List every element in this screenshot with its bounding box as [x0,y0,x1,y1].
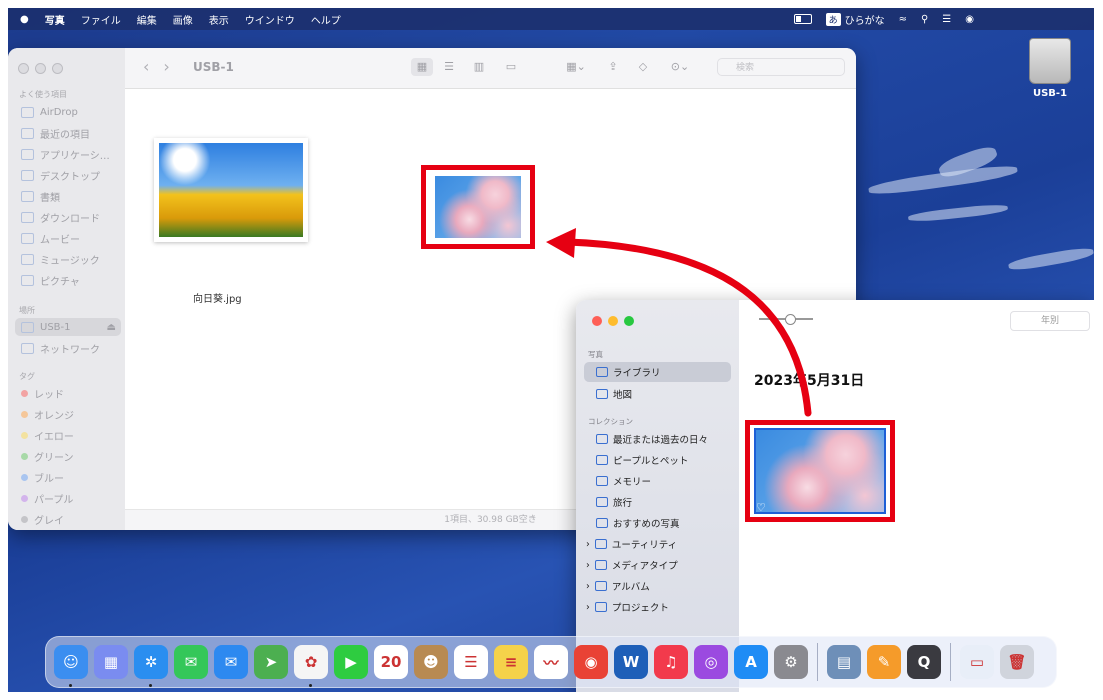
app-glyph: ◉ [584,653,598,671]
finder-app-icon[interactable]: ☺ [54,645,88,687]
running-indicator [69,684,72,687]
pages-app-icon[interactable]: ✎ [867,645,901,679]
dock-separator [950,643,951,681]
app-glyph: ▤ [836,653,852,671]
app-glyph: ◎ [704,653,718,671]
app-glyph: ✉ [184,653,198,671]
dock-separator [817,643,818,681]
dock: ☺ ▦ ✲ ✉ ✉ ➤ ✿ ▶ 20 ☻ ☰ ≡ 〰 ◉ W ♫ ◎ A ⚙ ▤ ✎ Q ▭ 🗑 [45,636,1057,688]
contacts-app-icon[interactable]: ☻ [414,645,448,679]
quicktime-app-icon[interactable]: Q [907,645,941,679]
app-glyph: ≡ [504,653,518,671]
app-glyph: ✿ [304,653,318,671]
safari-app-icon[interactable]: ✲ [134,645,168,687]
app-glyph: ▶ [345,653,357,671]
messages-app-icon[interactable]: ✉ [174,645,208,679]
app-glyph: 20 [380,653,402,671]
appstore-app-icon[interactable]: A [734,645,768,679]
music-app-icon[interactable]: ♫ [654,645,688,679]
word-app-icon[interactable]: W [614,645,648,679]
reminders-app-icon[interactable]: ☰ [454,645,488,679]
app-glyph: ☺ [63,653,79,671]
desktop: ● 写真 ファイル 編集 画像 表示 ウインドウ ヘルプ あ ひらがな ≈ ⚲ … [8,8,1094,692]
calendar-app-icon[interactable]: 20 [374,645,408,679]
app-glyph: Q [917,653,931,671]
app-glyph: ☻ [423,653,439,671]
arrow-head-icon [546,228,576,258]
notes-app-icon[interactable]: ≡ [494,645,528,679]
app-glyph: 🗑 [1007,653,1027,671]
app-glyph: ➤ [264,653,278,671]
mail-app-icon[interactable]: ✉ [214,645,248,679]
app-glyph: 〰 [543,653,559,672]
app-glyph: ✲ [144,653,158,671]
app-glyph: ▦ [103,653,119,671]
app-glyph: ♫ [664,653,678,671]
launchpad-app-icon[interactable]: ▦ [94,645,128,679]
app-glyph: A [745,653,757,671]
downloads-stack-icon[interactable]: ▭ [960,645,994,679]
running-indicator [149,684,152,687]
app-glyph: ☰ [464,653,478,671]
app-glyph: ⚙ [784,653,798,671]
app-glyph: ▭ [969,653,985,671]
chrome-app-icon[interactable]: ◉ [574,645,608,679]
maps-app-icon[interactable]: ➤ [254,645,288,679]
preview-app-icon[interactable]: ▤ [827,645,861,679]
podcasts-app-icon[interactable]: ◎ [694,645,728,679]
facetime-app-icon[interactable]: ▶ [334,645,368,679]
freeform-app-icon[interactable]: 〰 [534,645,568,679]
app-glyph: ✉ [224,653,238,671]
drag-arrow [546,228,812,417]
trash-app-icon[interactable]: 🗑 [1000,645,1034,679]
running-indicator [309,684,312,687]
app-glyph: W [622,653,640,671]
drag-arrow-path [564,238,812,417]
photos-app-icon[interactable]: ✿ [294,645,328,687]
app-glyph: ✎ [877,653,891,671]
settings-app-icon[interactable]: ⚙ [774,645,808,679]
